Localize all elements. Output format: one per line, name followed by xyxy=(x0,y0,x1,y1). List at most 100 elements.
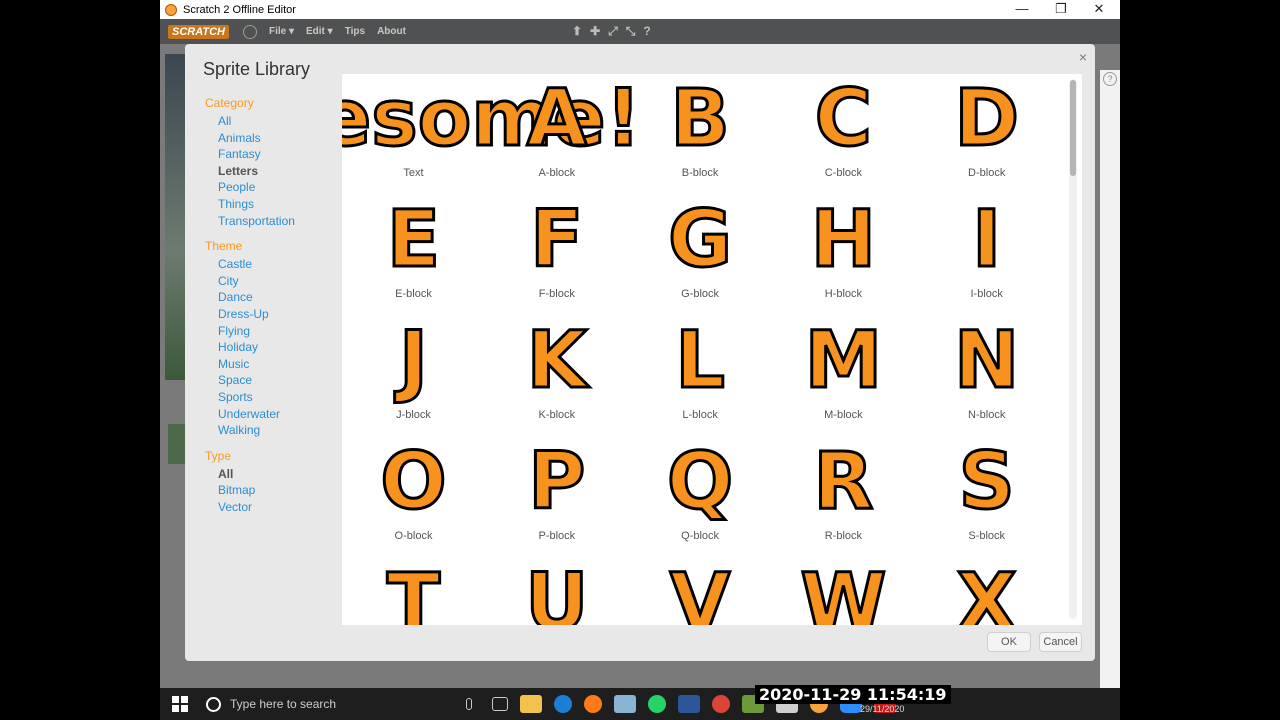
sprite-thumbnail-image: D xyxy=(915,74,1058,164)
sprite-item[interactable]: X xyxy=(915,558,1058,626)
sprite-item[interactable]: U xyxy=(485,558,628,626)
sprite-grid-panel: Awesome! Text A A-block B B-block C C-block D D-b… xyxy=(342,74,1082,625)
category-fantasy[interactable]: Fantasy xyxy=(218,146,295,163)
sprite-item[interactable]: K K-block xyxy=(485,316,628,437)
word-icon[interactable] xyxy=(678,695,700,713)
help-icon[interactable]: ? xyxy=(643,24,650,39)
ok-button[interactable]: OK xyxy=(987,632,1031,652)
sprite-glyph: S xyxy=(957,437,1016,527)
taskbar-date: 29/11/2020 xyxy=(860,704,905,714)
sprite-item[interactable]: C C-block xyxy=(772,74,915,195)
duplicate-icon[interactable]: ⬆ xyxy=(572,24,582,39)
theme-city[interactable]: City xyxy=(218,273,295,290)
window-title: Scratch 2 Offline Editor xyxy=(183,3,296,16)
sprite-thumbnail-image: A xyxy=(485,74,628,164)
sprite-thumbnail-image: K xyxy=(485,316,628,406)
sprite-item[interactable]: T xyxy=(342,558,485,626)
type-vector[interactable]: Vector xyxy=(218,499,295,516)
menu-tips[interactable]: Tips xyxy=(345,26,365,37)
sprite-glyph: T xyxy=(385,558,441,626)
minimize-button[interactable]: — xyxy=(1003,0,1041,19)
sprite-item[interactable]: S S-block xyxy=(915,437,1058,558)
theme-walking[interactable]: Walking xyxy=(218,422,295,439)
type-all[interactable]: All xyxy=(218,466,295,483)
category-letters[interactable]: Letters xyxy=(218,163,295,180)
sprite-item[interactable]: P P-block xyxy=(485,437,628,558)
edge-icon[interactable] xyxy=(554,695,572,713)
scratch-logo[interactable]: SCRATCH xyxy=(168,24,229,39)
sprite-item[interactable]: G G-block xyxy=(629,195,772,316)
sprite-item[interactable]: W xyxy=(772,558,915,626)
theme-flying[interactable]: Flying xyxy=(218,323,295,340)
category-header: Category xyxy=(205,96,254,110)
category-people[interactable]: People xyxy=(218,179,295,196)
windows-start-icon[interactable] xyxy=(172,696,188,712)
theme-space[interactable]: Space xyxy=(218,372,295,389)
sprite-glyph: N xyxy=(953,316,1021,406)
sprite-label: G-block xyxy=(681,288,720,300)
sprite-item[interactable]: M M-block xyxy=(772,316,915,437)
cortana-icon xyxy=(206,696,221,712)
sprite-item[interactable]: I I-block xyxy=(915,195,1058,316)
category-things[interactable]: Things xyxy=(218,196,295,213)
theme-dance[interactable]: Dance xyxy=(218,289,295,306)
category-all[interactable]: All xyxy=(218,113,295,130)
firefox-icon[interactable] xyxy=(584,695,602,713)
globe-icon[interactable] xyxy=(242,24,257,39)
menu-about[interactable]: About xyxy=(377,26,406,37)
sprite-item[interactable]: V xyxy=(629,558,772,626)
file-explorer-icon[interactable] xyxy=(520,695,542,713)
cancel-button[interactable]: Cancel xyxy=(1039,632,1082,652)
sprite-item[interactable]: B B-block xyxy=(629,74,772,195)
sprite-item[interactable]: F F-block xyxy=(485,195,628,316)
sprite-label: E-block xyxy=(395,288,432,300)
category-animals[interactable]: Animals xyxy=(218,130,295,147)
taskbar-search[interactable]: Type here to search xyxy=(206,688,486,720)
sprite-item[interactable]: H H-block xyxy=(772,195,915,316)
sprite-item[interactable]: Q Q-block xyxy=(629,437,772,558)
category-transportation[interactable]: Transportation xyxy=(218,213,295,230)
shrink-icon[interactable]: ⤡ xyxy=(626,24,636,39)
sprite-thumbnail-image: M xyxy=(772,316,915,406)
sprite-thumbnail-image: B xyxy=(629,74,772,164)
theme-underwater[interactable]: Underwater xyxy=(218,406,295,423)
sprite-label: K-block xyxy=(538,409,576,421)
sprite-thumbnail xyxy=(168,424,185,464)
sprite-item[interactable]: R R-block xyxy=(772,437,915,558)
whatsapp-icon[interactable] xyxy=(648,695,666,713)
scrollbar-thumb[interactable] xyxy=(1070,80,1076,176)
sprite-item[interactable]: A A-block xyxy=(485,74,628,195)
windows-taskbar: Type here to search xyxy=(160,688,1120,720)
sprite-item[interactable]: J J-block xyxy=(342,316,485,437)
theme-holiday[interactable]: Holiday xyxy=(218,339,295,356)
grow-icon[interactable]: ⤢ xyxy=(608,24,618,39)
cut-icon[interactable]: ✚ xyxy=(590,24,600,39)
microphone-icon[interactable] xyxy=(466,698,472,710)
sprite-glyph: U xyxy=(524,558,590,626)
menu-file[interactable]: File ▾ xyxy=(269,26,294,37)
chrome-icon[interactable] xyxy=(712,695,730,713)
sprite-glyph: P xyxy=(527,437,587,527)
help-icon[interactable]: ? xyxy=(1103,72,1117,86)
maximize-button[interactable]: ❐ xyxy=(1042,0,1080,19)
sprite-thumbnail-image: O xyxy=(342,437,485,527)
menu-edit[interactable]: Edit ▾ xyxy=(306,26,333,37)
sprite-item[interactable]: N N-block xyxy=(915,316,1058,437)
theme-castle[interactable]: Castle xyxy=(218,256,295,273)
sprite-item[interactable]: L L-block xyxy=(629,316,772,437)
sprite-glyph: C xyxy=(813,74,873,164)
close-window-button[interactable]: ✕ xyxy=(1080,0,1118,19)
task-view-icon[interactable] xyxy=(492,697,508,711)
sprite-thumbnail-image: W xyxy=(772,558,915,626)
theme-sports[interactable]: Sports xyxy=(218,389,295,406)
sprite-label: Q-block xyxy=(681,530,720,542)
dialog-close-icon[interactable]: × xyxy=(1079,49,1087,65)
sprite-item[interactable]: D D-block xyxy=(915,74,1058,195)
sprite-item[interactable]: O O-block xyxy=(342,437,485,558)
type-bitmap[interactable]: Bitmap xyxy=(218,482,295,499)
sprite-item[interactable]: Awesome! Text xyxy=(342,74,643,195)
sprite-item[interactable]: E E-block xyxy=(342,195,485,316)
app-icon[interactable] xyxy=(614,695,636,713)
theme-dress-up[interactable]: Dress-Up xyxy=(218,306,295,323)
theme-music[interactable]: Music xyxy=(218,356,295,373)
